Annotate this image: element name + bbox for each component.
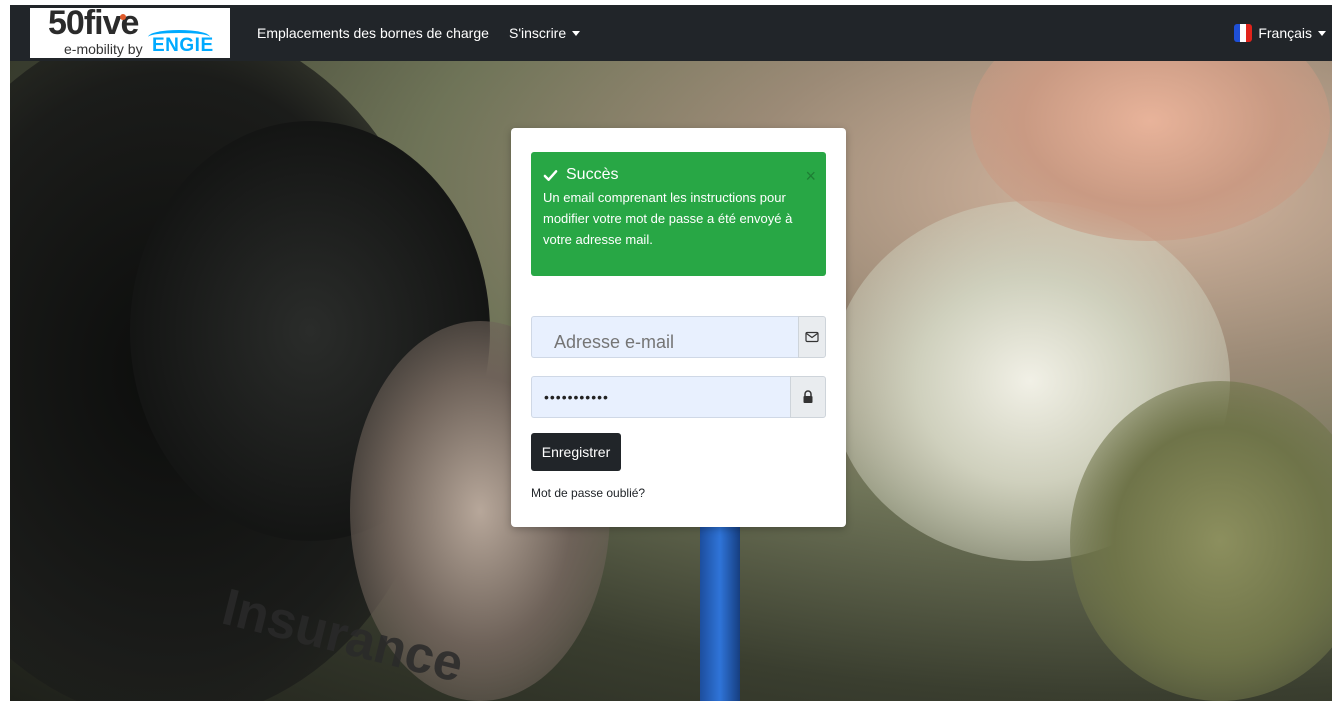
login-card: Succès × Un email comprenant les instruc…: [511, 128, 846, 527]
language-label: Français: [1258, 25, 1312, 41]
nav-dropdown-signup[interactable]: S'inscrire: [509, 25, 581, 41]
envelope-icon: [805, 331, 819, 343]
password-field-group: [531, 376, 826, 418]
password-addon: [790, 376, 826, 418]
alert-title: Succès: [543, 166, 814, 184]
lock-icon: [803, 390, 813, 403]
success-alert: Succès × Un email comprenant les instruc…: [531, 152, 826, 276]
logo-text: 50five: [48, 4, 139, 42]
forgot-password-link[interactable]: Mot de passe oublié?: [531, 486, 645, 500]
logo-engie: ENGIE: [152, 35, 214, 56]
alert-title-text: Succès: [566, 166, 619, 183]
caret-down-icon: [572, 31, 581, 36]
logo-subtitle: e-mobility by: [64, 41, 143, 57]
nav-link-label: Emplacements des bornes de charge: [257, 25, 489, 41]
french-flag-icon: [1234, 24, 1253, 42]
password-input[interactable]: [531, 376, 790, 418]
caret-down-icon: [1318, 30, 1326, 36]
email-input[interactable]: [531, 316, 798, 358]
logo-dot: [120, 14, 126, 20]
close-icon[interactable]: ×: [805, 166, 816, 187]
submit-button[interactable]: Enregistrer: [531, 433, 621, 471]
check-icon: [543, 169, 558, 181]
nav-link-charging-locations[interactable]: Emplacements des bornes de charge: [257, 25, 489, 41]
nav-link-label: S'inscrire: [509, 25, 567, 41]
brand-logo[interactable]: 50five e-mobility by ENGIE: [30, 4, 230, 58]
email-addon: [798, 316, 826, 358]
language-dropdown[interactable]: Français: [1234, 24, 1326, 42]
alert-message: Un email comprenant les instructions pou…: [543, 190, 793, 247]
email-field-group: [531, 316, 826, 358]
top-navbar: 50five e-mobility by ENGIE Emplacements …: [10, 4, 1332, 61]
